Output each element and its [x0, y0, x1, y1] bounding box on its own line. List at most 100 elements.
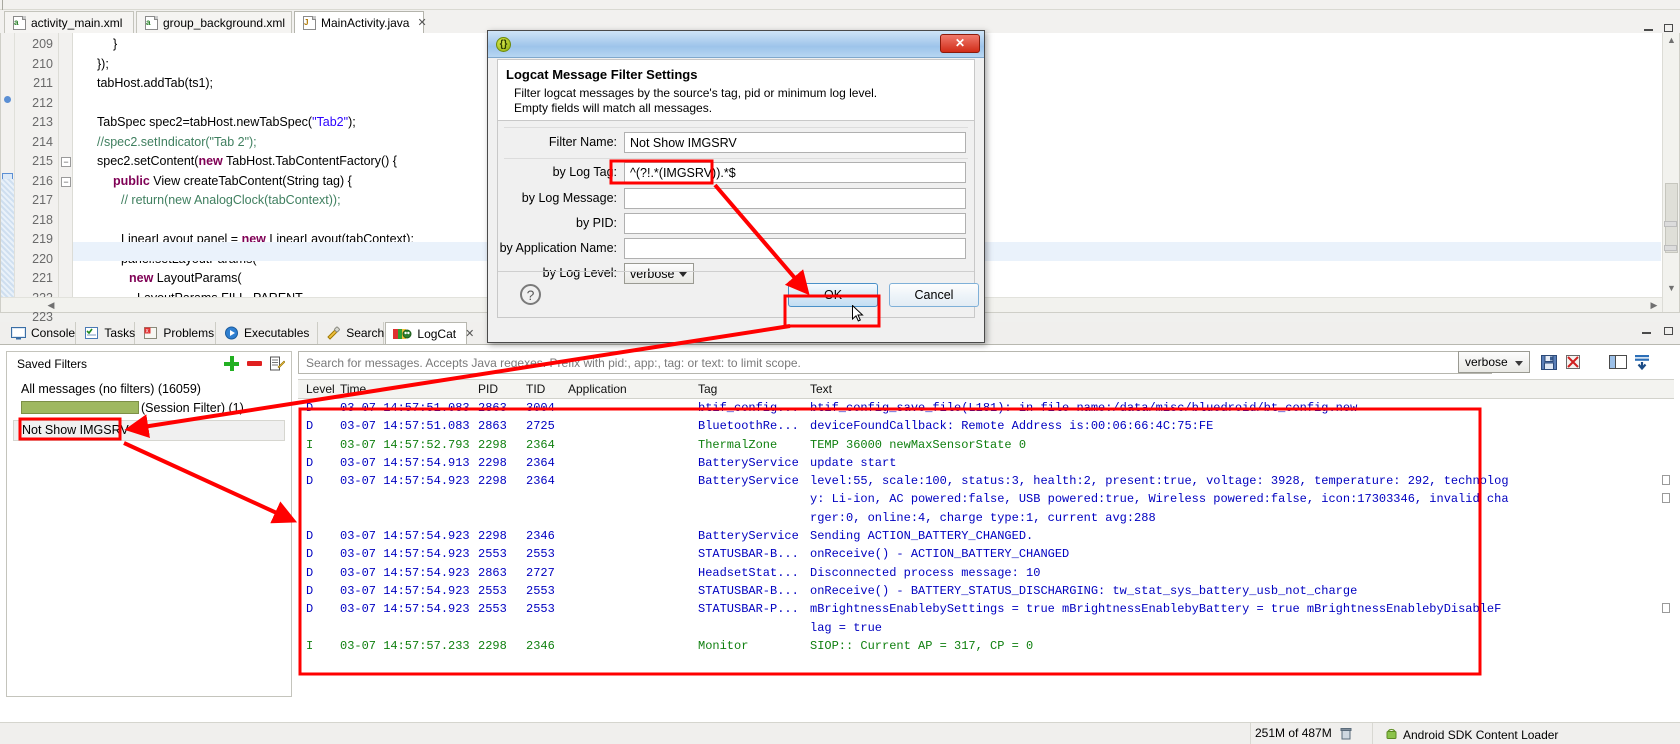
editor-tab-mainactivity-java[interactable]: J MainActivity.java ✕: [294, 11, 427, 33]
pid-input[interactable]: [624, 213, 966, 234]
executables-icon: [224, 326, 239, 340]
scroll-up-icon[interactable]: ▲: [1666, 35, 1677, 46]
panel-maximize-button[interactable]: [1662, 325, 1676, 337]
code-line[interactable]: });: [97, 55, 109, 75]
log-cell-text: y: Li-ion, AC powered:false, USB powered…: [810, 492, 1509, 507]
column-header-text[interactable]: Text: [810, 382, 832, 396]
log-row[interactable]: D 03-07 14:57:54.923 2553 2553 STATUSBAR-B..…: [298, 545, 1674, 563]
application-name-input[interactable]: [624, 238, 966, 259]
overview-marker[interactable]: [1664, 245, 1677, 251]
code-line[interactable]: public View createTabContent(String tag)…: [113, 172, 352, 192]
add-filter-icon[interactable]: [224, 356, 239, 371]
folding-ruler[interactable]: − −: [59, 33, 73, 312]
saved-filter-all-messages[interactable]: All messages (no filters) (16059): [13, 380, 285, 399]
scroll-left-icon[interactable]: ◀: [45, 299, 57, 311]
log-row[interactable]: D 03-07 14:57:54.913 2298 2364 BatteryServic…: [298, 454, 1674, 472]
log-cell-tid: 2553: [526, 583, 555, 598]
scroll-right-icon[interactable]: ▶: [1648, 299, 1660, 311]
editor-tab-activity-main-xml[interactable]: a activity_main.xml: [4, 11, 134, 33]
log-row[interactable]: D 03-07 14:57:51.083 2863 3004 btif_config..…: [298, 399, 1674, 417]
log-row[interactable]: I 03-07 14:57:57.233 2298 2346 Monitor SIOP::…: [298, 637, 1674, 655]
help-icon[interactable]: ?: [520, 284, 541, 305]
panel-minimize-button[interactable]: [1640, 325, 1654, 337]
column-header-tag[interactable]: Tag: [698, 382, 717, 396]
filter-name-input[interactable]: Not Show IMGSRV: [624, 132, 966, 153]
column-header-pid[interactable]: PID: [478, 382, 498, 396]
code-line[interactable]: TabSpec spec2=tabHost.newTabSpec("Tab2")…: [97, 113, 356, 133]
bottom-panel: Console Tasks x Problems Executables Search Lo…: [0, 322, 1680, 722]
overview-marker[interactable]: [1664, 221, 1677, 227]
editor-annotation-gutter[interactable]: [1, 33, 15, 312]
log-row[interactable]: rger:0, online:4, charge type:1, current…: [298, 509, 1674, 527]
scrollbar-thumb[interactable]: [1665, 183, 1678, 253]
code-line[interactable]: // return(new AnalogClock(tabContext));: [121, 191, 341, 211]
saved-filter-session[interactable]: (Session Filter) (1): [13, 399, 285, 418]
log-row[interactable]: y: Li-ion, AC powered:false, USB powered…: [298, 490, 1674, 508]
log-cell-time: 03-07 14:57:54.913: [340, 455, 470, 470]
field-label: Filter Name:: [548, 135, 617, 149]
close-icon[interactable]: ✕: [465, 327, 474, 340]
view-tab-logcat[interactable]: LogCat ✕: [385, 322, 474, 344]
column-header-level[interactable]: Level: [306, 382, 335, 396]
dialog-form: Filter Name: Not Show IMGSRV by Log Tag:…: [497, 121, 979, 318]
breakpoint-icon[interactable]: [4, 96, 11, 103]
log-cell-pid: 2298: [478, 474, 507, 489]
log-cell-tag: BatteryService: [698, 455, 799, 470]
log-row[interactable]: D 03-07 14:57:54.923 2298 2364 BatteryServic…: [298, 472, 1674, 490]
line-number: 220: [32, 251, 53, 266]
clear-log-button[interactable]: [1562, 351, 1584, 373]
column-header-time[interactable]: Time: [340, 382, 366, 396]
fold-toggle-icon[interactable]: −: [61, 157, 71, 167]
log-cell-tag: STATUSBAR-B...: [698, 547, 799, 562]
log-level-dropdown[interactable]: verbose: [1458, 351, 1530, 373]
log-cell-tid: 2364: [526, 474, 555, 489]
log-cell-time: 03-07 14:57:51.083: [340, 419, 470, 434]
log-row[interactable]: lag = true: [298, 619, 1674, 637]
log-tag-input[interactable]: ^(?!.*(IMGSRV)).*$: [624, 162, 966, 183]
view-tab-problems[interactable]: x Problems: [136, 322, 216, 344]
view-tab-executables[interactable]: Executables: [217, 322, 319, 344]
log-cell-time: 03-07 14:57:54.923: [340, 529, 470, 544]
logcat-search-input[interactable]: Search for messages. Accepts Java regexe…: [298, 351, 1492, 374]
editor-tab-group-background-xml[interactable]: a group_background.xml: [136, 11, 292, 33]
cancel-button[interactable]: Cancel: [889, 283, 979, 307]
braces-icon: {}: [496, 37, 511, 52]
trash-icon[interactable]: [1340, 727, 1352, 740]
code-line[interactable]: new LayoutParams(: [129, 269, 242, 289]
scroll-down-icon[interactable]: ▼: [1666, 283, 1677, 294]
code-line[interactable]: spec2.setContent(new TabHost.TabContentF…: [97, 152, 397, 172]
column-header-application[interactable]: Application: [568, 382, 627, 396]
log-row[interactable]: D 03-07 14:57:54.923 2863 2727 HeadsetStat..…: [298, 564, 1674, 582]
display-layout-button[interactable]: [1606, 351, 1628, 373]
view-tab-search[interactable]: Search: [319, 322, 385, 344]
column-header-tid[interactable]: TID: [526, 382, 545, 396]
code-line[interactable]: tabHost.addTab(ts1);: [97, 74, 213, 94]
scroll-lock-button[interactable]: [1630, 351, 1652, 373]
close-icon[interactable]: ✕: [417, 16, 426, 29]
editor-vertical-scrollbar[interactable]: ▲ ▼: [1662, 33, 1679, 312]
view-tab-tasks[interactable]: Tasks: [77, 322, 136, 344]
log-row[interactable]: I 03-07 14:57:52.793 2298 2364 ThermalZone TE…: [298, 436, 1674, 454]
code-line[interactable]: //spec2.setIndicator("Tab 2");: [97, 133, 257, 153]
saved-filter-not-show-imgsrv[interactable]: Not Show IMGSRV: [13, 420, 285, 441]
log-cell-text: lag = true: [810, 620, 883, 635]
ok-button[interactable]: OK: [788, 283, 878, 307]
close-icon[interactable]: ✕: [940, 34, 980, 53]
edit-filter-icon[interactable]: [270, 356, 286, 371]
log-cell-pid: 2298: [478, 638, 507, 653]
log-message-input[interactable]: [624, 188, 966, 209]
code-line[interactable]: }: [113, 35, 117, 55]
log-row[interactable]: D 03-07 14:57:54.923 2553 2553 STATUSBAR-B..…: [298, 582, 1674, 600]
remove-filter-icon[interactable]: [247, 361, 262, 366]
log-row[interactable]: D 03-07 14:57:51.083 2863 2725 BluetoothRe..…: [298, 417, 1674, 435]
fold-toggle-icon[interactable]: −: [61, 176, 71, 187]
code-token: public: [113, 173, 150, 188]
saved-filters-list[interactable]: All messages (no filters) (16059) (Sessi…: [13, 380, 285, 690]
view-tab-console[interactable]: Console: [4, 322, 77, 344]
field-application-name: by Application Name:: [498, 238, 974, 260]
save-log-button[interactable]: [1538, 351, 1560, 373]
log-row[interactable]: D 03-07 14:57:54.923 2298 2346 BatteryServic…: [298, 527, 1674, 545]
log-table-body[interactable]: D 03-07 14:57:51.083 2863 3004 btif_config..…: [298, 399, 1674, 716]
log-row[interactable]: D 03-07 14:57:54.923 2553 2553 STATUSBAR-P..…: [298, 600, 1674, 618]
dialog-title-bar[interactable]: {} ✕: [488, 31, 984, 58]
